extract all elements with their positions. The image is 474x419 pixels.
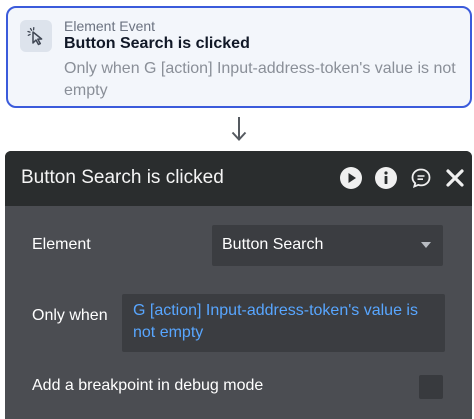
event-property-panel: Button Search is clicked Element Button … <box>5 151 472 419</box>
info-icon[interactable] <box>374 166 398 190</box>
element-select-value: Button Search <box>222 236 324 253</box>
only-when-label: Only when <box>32 307 108 324</box>
panel-title: Button Search is clicked <box>21 167 224 188</box>
event-type-label: Element Event <box>64 18 156 34</box>
only-when-condition-text[interactable]: G [action] Input-address-token's value i… <box>133 300 438 344</box>
event-title: Button Search is clicked <box>64 35 250 52</box>
breakpoint-checkbox[interactable] <box>419 375 443 399</box>
element-select[interactable]: Button Search <box>212 225 443 266</box>
breakpoint-label: Add a breakpoint in debug mode <box>32 377 264 394</box>
comment-icon[interactable] <box>409 166 433 190</box>
cursor-click-icon <box>20 20 52 52</box>
play-icon[interactable] <box>339 166 363 190</box>
element-label: Element <box>32 236 91 253</box>
event-card[interactable]: Element Event Button Search is clicked O… <box>6 6 472 108</box>
only-when-condition-field[interactable]: G [action] Input-address-token's value i… <box>122 294 445 352</box>
event-condition: Only when G [action] Input-address-token… <box>64 60 456 99</box>
arrow-down-icon <box>231 117 247 141</box>
panel-header: Button Search is clicked <box>5 151 472 206</box>
chevron-down-icon <box>421 242 431 248</box>
close-icon[interactable] <box>443 166 467 190</box>
